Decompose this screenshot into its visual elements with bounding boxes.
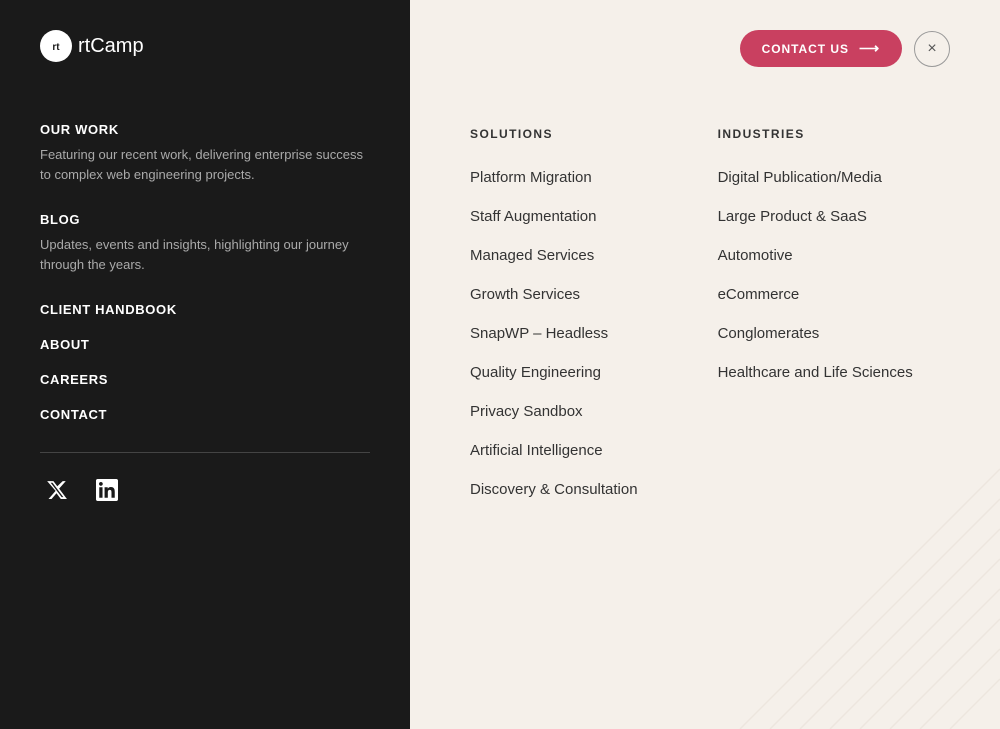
- contact-us-label: CONTACT US: [762, 42, 849, 56]
- linkedin-icon[interactable]: [90, 473, 124, 507]
- careers-link[interactable]: CAREERS: [40, 372, 370, 387]
- industry-item[interactable]: Large Product & SaaS: [718, 208, 913, 225]
- solution-item[interactable]: Privacy Sandbox: [470, 403, 638, 420]
- industries-column: INDUSTRIES Digital Publication/Media Larg…: [718, 127, 913, 520]
- arrow-icon: ⟶: [859, 40, 880, 57]
- social-icons: [40, 473, 370, 507]
- solution-item[interactable]: Platform Migration: [470, 169, 638, 186]
- solution-item[interactable]: Discovery & Consultation: [470, 481, 638, 498]
- divider: [40, 452, 370, 453]
- industries-list: Digital Publication/Media Large Product &…: [718, 169, 913, 403]
- industry-item[interactable]: Healthcare and Life Sciences: [718, 364, 913, 381]
- industry-item[interactable]: eCommerce: [718, 286, 913, 303]
- solution-item[interactable]: Artificial Intelligence: [470, 442, 638, 459]
- header-buttons: CONTACT US ⟶ ×: [740, 30, 950, 67]
- right-header: CONTACT US ⟶ ×: [470, 30, 950, 67]
- close-icon: ×: [927, 40, 936, 58]
- industry-item[interactable]: Digital Publication/Media: [718, 169, 913, 186]
- our-work-title[interactable]: OUR WORK: [40, 122, 370, 137]
- solution-item[interactable]: Growth Services: [470, 286, 638, 303]
- solutions-column: SOLUTIONS Platform Migration Staff Augmen…: [470, 127, 638, 520]
- solution-item[interactable]: SnapWP – Headless: [470, 325, 638, 342]
- industry-item[interactable]: Automotive: [718, 247, 913, 264]
- blog-desc: Updates, events and insights, highlighti…: [40, 235, 370, 274]
- solutions-list: Platform Migration Staff Augmentation Mana…: [470, 169, 638, 520]
- client-handbook-link[interactable]: CLIENT HANDBOOK: [40, 302, 370, 317]
- solution-item[interactable]: Quality Engineering: [470, 364, 638, 381]
- industry-item[interactable]: Conglomerates: [718, 325, 913, 342]
- solutions-title: SOLUTIONS: [470, 127, 638, 141]
- logo-area: rt rtCamp: [40, 30, 370, 62]
- right-panel: CONTACT US ⟶ × SOLUTIONS Platform Migrat…: [410, 0, 1000, 729]
- blog-title[interactable]: BLOG: [40, 212, 370, 227]
- contact-link[interactable]: CONTACT: [40, 407, 370, 422]
- svg-text:rt: rt: [52, 42, 60, 53]
- our-work-section[interactable]: OUR WORK Featuring our recent work, deli…: [40, 122, 370, 184]
- logo-text: rtCamp: [78, 35, 144, 58]
- twitter-icon[interactable]: [40, 473, 74, 507]
- logo-icon: rt: [40, 30, 72, 62]
- blog-section[interactable]: BLOG Updates, events and insights, highl…: [40, 212, 370, 274]
- close-button[interactable]: ×: [914, 31, 950, 67]
- menu-content: SOLUTIONS Platform Migration Staff Augmen…: [470, 127, 950, 520]
- about-link[interactable]: ABOUT: [40, 337, 370, 352]
- industries-title: INDUSTRIES: [718, 127, 913, 141]
- solution-item[interactable]: Managed Services: [470, 247, 638, 264]
- contact-us-button[interactable]: CONTACT US ⟶: [740, 30, 902, 67]
- our-work-desc: Featuring our recent work, delivering en…: [40, 145, 370, 184]
- solution-item[interactable]: Staff Augmentation: [470, 208, 638, 225]
- left-panel: rt rtCamp OUR WORK Featuring our recent …: [0, 0, 410, 729]
